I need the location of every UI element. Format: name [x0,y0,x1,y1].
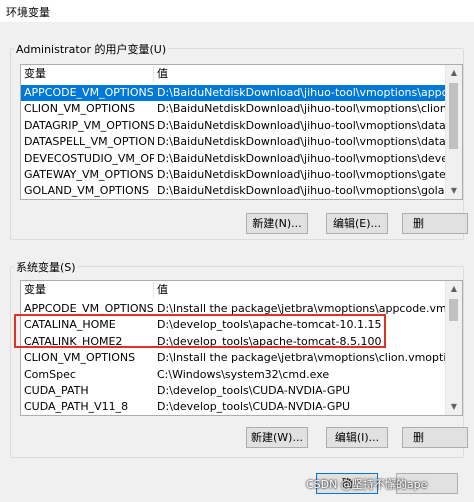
variable-name: CUDA_PATH [24,384,89,397]
highlight-annotation [14,314,386,348]
variable-value: D:\BaiduNetdiskDownload\jihuo-tool\vmopt… [157,151,446,165]
column-header-value[interactable]: 值 [154,65,446,83]
table-row[interactable]: CUDA_PATH D:\develop_tools\CUDA-NVDIA-GPU [21,383,446,399]
table-row[interactable]: CLION_VM_OPTIONS D:\Install the package\j… [21,350,446,366]
user-new-button[interactable]: 新建(N)... [246,213,308,234]
system-variables-label: 系统变量(S) [14,259,78,275]
column-header-variable[interactable]: 变量 [21,65,154,83]
variable-name: GOLAND_VM_OPTIONS [24,184,149,198]
variable-value: D:\Install the package\jetbra\vmoptions\… [157,351,446,365]
variable-value: D:\BaiduNetdiskDownload\jihuo-tool\vmopt… [157,184,446,198]
table-row[interactable]: CLION_VM_OPTIONS D:\BaiduNetdiskDownload\… [21,101,446,117]
table-row[interactable]: DEVECOSTUDIO_VM_OPTIONSD:\BaiduNetdiskDo… [21,151,446,167]
user-delete-button[interactable]: 删 [402,213,468,234]
scroll-thumb[interactable] [449,83,458,149]
variable-name: DATAGRIP_VM_OPTIONS [24,118,154,132]
variable-name: CUDA_PATH_V11_8 [24,400,129,414]
variable-name: CLION_VM_OPTIONS [24,102,136,116]
table-row[interactable]: GOLAND_VM_OPTIONS D:\BaiduNetdiskDownload… [21,183,446,199]
system-list-scrollbar[interactable]: ▲ ▼ [445,281,462,415]
variable-value: D:\BaiduNetdiskDownload\jihuo-tool\vmopt… [157,168,446,181]
user-list-header: 变量 值 [21,65,446,83]
variable-name: GATEWAY_VM_OPTIONS [24,168,154,181]
user-list-scrollbar[interactable]: ▲ ▼ [445,65,462,199]
table-row[interactable]: DATASPELL_VM_OPTIONS D:\BaiduNetdiskDownl… [21,134,446,150]
watermark: CSDN @坚持不懈的ape [306,478,428,491]
table-row[interactable]: ComSpec C:\Windows\system32\cmd.exe [21,367,446,383]
variable-value: C:\Windows\system32\cmd.exe [157,367,330,381]
scroll-thumb[interactable] [449,299,458,321]
user-variables-list[interactable]: 变量 值 APPCODE_VM_OPTIONS D:\BaiduNetdiskDo… [20,64,463,200]
variable-name: ComSpec [24,367,76,381]
table-row[interactable]: CUDA_PATH_V11_8 D:\develop_tools\CUDA-NVD… [21,399,446,415]
variable-value: D:\develop_tools\CUDA-NVDIA-GPU [157,384,351,397]
scroll-down-icon[interactable]: ▼ [446,183,462,199]
variable-name: APPCODE_VM_OPTIONS [24,86,154,99]
variable-value: D:\BaiduNetdiskDownload\jihuo-tool\vmopt… [157,102,446,116]
system-new-button[interactable]: 新建(W)... [246,427,308,448]
system-variables-list[interactable]: 变量 值 APPCODE_VM_OPTIONS D:\Install the pa… [20,280,463,416]
user-edit-button[interactable]: 编辑(E)... [326,213,388,234]
system-delete-button[interactable]: 删 [402,427,468,448]
variable-name: DATASPELL_VM_OPTIONS [24,135,154,149]
variable-value: D:\BaiduNetdiskDownload\jihuo-tool\vmopt… [157,86,446,99]
variable-name: DEVECOSTUDIO_VM_OPTIONS [24,151,154,165]
scroll-down-icon[interactable]: ▼ [446,399,462,415]
window-title: 环境变量 [6,6,50,19]
user-variables-label: Administrator 的用户变量(U) [14,41,169,57]
variable-value: D:\develop_tools\CUDA-NVDIA-GPU [157,400,351,414]
variable-value: D:\BaiduNetdiskDownload\jihuo-tool\vmopt… [157,135,446,149]
table-row[interactable]: DATAGRIP_VM_OPTIONS D:\BaiduNetdiskDownlo… [21,118,446,134]
system-list-header: 变量 值 [21,281,446,299]
variable-value: D:\BaiduNetdiskDownload\jihuo-tool\vmopt… [157,118,446,132]
table-row[interactable]: GATEWAY_VM_OPTIONS D:\BaiduNetdiskDownloa… [21,167,446,183]
scroll-up-icon[interactable]: ▲ [446,65,462,81]
scroll-up-icon[interactable]: ▲ [446,281,462,297]
variable-name: CLION_VM_OPTIONS [24,351,136,365]
table-row[interactable]: APPCODE_VM_OPTIONS D:\BaiduNetdiskDownloa… [21,85,446,101]
column-header-variable[interactable]: 变量 [21,281,154,299]
system-edit-button[interactable]: 编辑(I)... [326,427,388,448]
column-header-value[interactable]: 值 [154,281,446,299]
title-bar: 环境变量 [0,0,474,22]
